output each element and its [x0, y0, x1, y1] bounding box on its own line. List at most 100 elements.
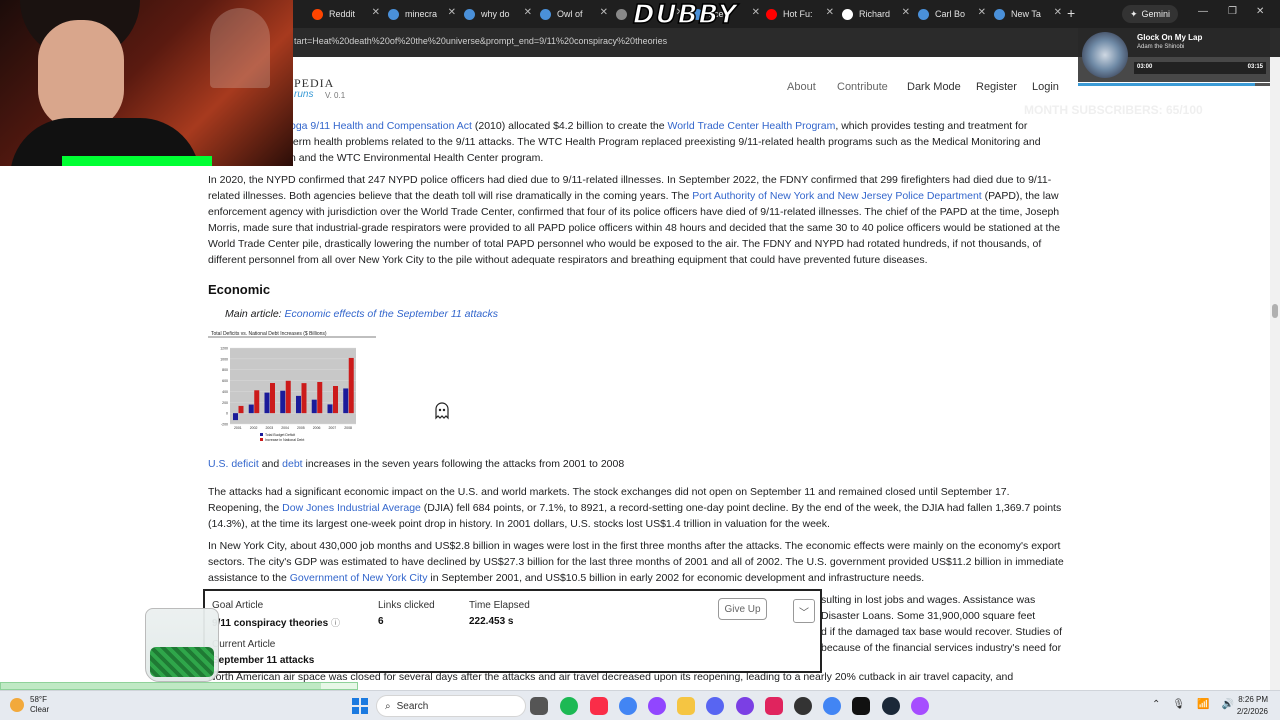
app-purple-icon[interactable] — [911, 697, 929, 715]
paragraph-deaths: In 2020, the NYPD confirmed that 247 NYP… — [208, 174, 1061, 266]
twitch-icon[interactable] — [648, 697, 666, 715]
link-debt[interactable]: debt — [282, 458, 302, 470]
chart-x-tick-label: 2002 — [250, 426, 258, 430]
chart-x-tick-label: 2007 — [328, 426, 336, 430]
browser-tab[interactable]: Richard ✕ — [838, 4, 910, 24]
close-tab-icon[interactable]: ✕ — [600, 7, 608, 18]
close-tab-icon[interactable]: ✕ — [752, 7, 760, 18]
browser-tab[interactable]: minecra ✕ — [384, 4, 456, 24]
chevron-down-icon[interactable]: ﹀ — [793, 599, 815, 623]
close-tab-icon[interactable]: ✕ — [1054, 7, 1062, 18]
chart-bar — [238, 405, 244, 414]
song-title: Glock On My Lap — [1137, 33, 1203, 42]
scrollbar-thumb[interactable] — [1272, 304, 1278, 318]
nav-dark-mode[interactable]: Dark Mode — [907, 81, 961, 93]
main-article-note: Main article: Economic effects of the Se… — [225, 308, 498, 320]
chart-bar — [270, 383, 275, 414]
chart-y-tick-label: 600 — [222, 379, 228, 383]
streamer-face — [38, 20, 124, 130]
ghost-decoration — [210, 8, 270, 88]
nav-contribute[interactable]: Contribute — [837, 81, 888, 93]
tab-favicon-icon — [540, 8, 551, 20]
info-icon[interactable]: ⓘ — [331, 618, 340, 628]
sponsor-logo: DUBBY — [632, 0, 738, 31]
music-waveform: 03:00 03:15 — [1134, 62, 1266, 74]
tab-favicon-icon — [766, 8, 777, 20]
wifi-icon[interactable]: 📶 — [1197, 699, 1209, 710]
music-progress-fill — [1078, 83, 1255, 86]
browser-tab[interactable]: New Ta ✕ — [990, 4, 1062, 24]
maximize-button[interactable]: ❐ — [1228, 6, 1237, 17]
chart-x-tick-label: 2001 — [234, 426, 242, 430]
chart-y-tick-label: 0 — [226, 412, 228, 416]
file-explorer-icon[interactable] — [677, 697, 695, 715]
nav-about[interactable]: About — [787, 81, 816, 93]
close-tab-icon[interactable]: ✕ — [372, 7, 380, 18]
chart-bar — [233, 413, 238, 421]
link-health-act[interactable]: oga 9/11 Health and Compensation Act — [290, 120, 472, 132]
gemini-button[interactable]: ✦ Gemini — [1122, 5, 1179, 23]
search-icon: ⌕ — [385, 700, 391, 712]
close-tab-icon[interactable]: ✕ — [902, 7, 910, 18]
close-tab-icon[interactable]: ✕ — [448, 7, 456, 18]
microphone-icon[interactable]: 🎙 — [1172, 699, 1185, 710]
browser-tab[interactable]: Owl of ✕ — [536, 4, 608, 24]
deficit-chart-image[interactable]: Total Deficits vs. National Debt Increas… — [208, 328, 376, 450]
terminal-icon[interactable] — [852, 697, 870, 715]
nav-register[interactable]: Register — [976, 81, 1017, 93]
url-text[interactable]: tart=Heat%20death%20of%20the%20universe&… — [294, 36, 667, 46]
link-economic-effects[interactable]: Economic effects of the September 11 att… — [285, 308, 498, 320]
music-app-icon[interactable] — [590, 697, 608, 715]
weather-widget[interactable]: 58°F Clear — [10, 695, 49, 715]
paragraph-markets: The attacks had a significant economic i… — [208, 486, 1062, 530]
site-version: V. 0.1 — [325, 91, 346, 100]
tab-favicon-icon — [616, 8, 627, 20]
chrome-active-icon[interactable] — [823, 697, 841, 715]
browser-tab[interactable]: Carl Bo ✕ — [914, 4, 986, 24]
section-heading-economic: Economic — [208, 282, 271, 297]
links-clicked-label: Links clicked — [378, 600, 435, 611]
tip-jar-fill — [150, 647, 214, 677]
link-nyc-government[interactable]: Government of New York City — [290, 572, 428, 584]
time-elapsed-value: 222.453 s — [469, 616, 514, 627]
close-tab-icon[interactable]: ✕ — [978, 7, 986, 18]
app-red-icon[interactable] — [765, 697, 783, 715]
taskview-icon[interactable] — [530, 697, 548, 715]
music-total-time: 03:15 — [1247, 64, 1263, 70]
close-window-button[interactable]: ✕ — [1256, 6, 1264, 17]
album-cover — [1082, 32, 1128, 78]
chart-bar — [280, 390, 286, 414]
hype-progress-bar — [0, 682, 358, 690]
browser-tab[interactable]: Hot Fu: ✕ — [762, 4, 834, 24]
minimize-button[interactable]: — — [1198, 6, 1208, 17]
tab-favicon-icon — [842, 8, 853, 20]
steam-icon[interactable] — [882, 697, 900, 715]
nav-login[interactable]: Login — [1032, 81, 1059, 93]
browser-tab[interactable]: Reddit ✕ — [308, 4, 380, 24]
ghost-cursor-icon — [435, 402, 449, 420]
chevron-up-icon[interactable]: ⌃ — [1152, 699, 1160, 710]
link-us-deficit[interactable]: U.S. deficit — [208, 458, 259, 470]
new-tab-button[interactable]: + — [1067, 5, 1075, 21]
give-up-button[interactable]: Give Up — [718, 598, 767, 620]
close-tab-icon[interactable]: ✕ — [826, 7, 834, 18]
spotify-icon[interactable] — [560, 697, 578, 715]
browser-tab[interactable]: why do ✕ — [460, 4, 532, 24]
chrome-icon[interactable] — [619, 697, 637, 715]
link-wtc-health-program[interactable]: World Trade Center Health Program — [667, 120, 835, 132]
windows-start-icon[interactable] — [352, 698, 368, 714]
goal-article-value: 9/11 conspiracy theories ⓘ — [212, 618, 340, 629]
link-papd[interactable]: Port Authority of New York and New Jerse… — [692, 190, 981, 202]
chart-y-tick-label: 1200 — [220, 347, 228, 351]
link-dow-jones[interactable]: Dow Jones Industrial Average — [282, 502, 421, 514]
taskbar-search[interactable]: ⌕ Search — [376, 695, 526, 717]
chart-caption: U.S. deficit and debt increases in the s… — [208, 458, 625, 470]
app-dark-icon[interactable] — [794, 697, 812, 715]
obs-icon[interactable] — [736, 697, 754, 715]
chart-bar — [311, 399, 317, 414]
time-elapsed-label: Time Elapsed — [469, 600, 530, 611]
close-tab-icon[interactable]: ✕ — [524, 7, 532, 18]
taskbar-clock[interactable]: 8:26 PM 2/2/2026 — [1228, 694, 1268, 718]
page-scrollbar[interactable] — [1270, 57, 1280, 690]
discord-icon[interactable] — [706, 697, 724, 715]
